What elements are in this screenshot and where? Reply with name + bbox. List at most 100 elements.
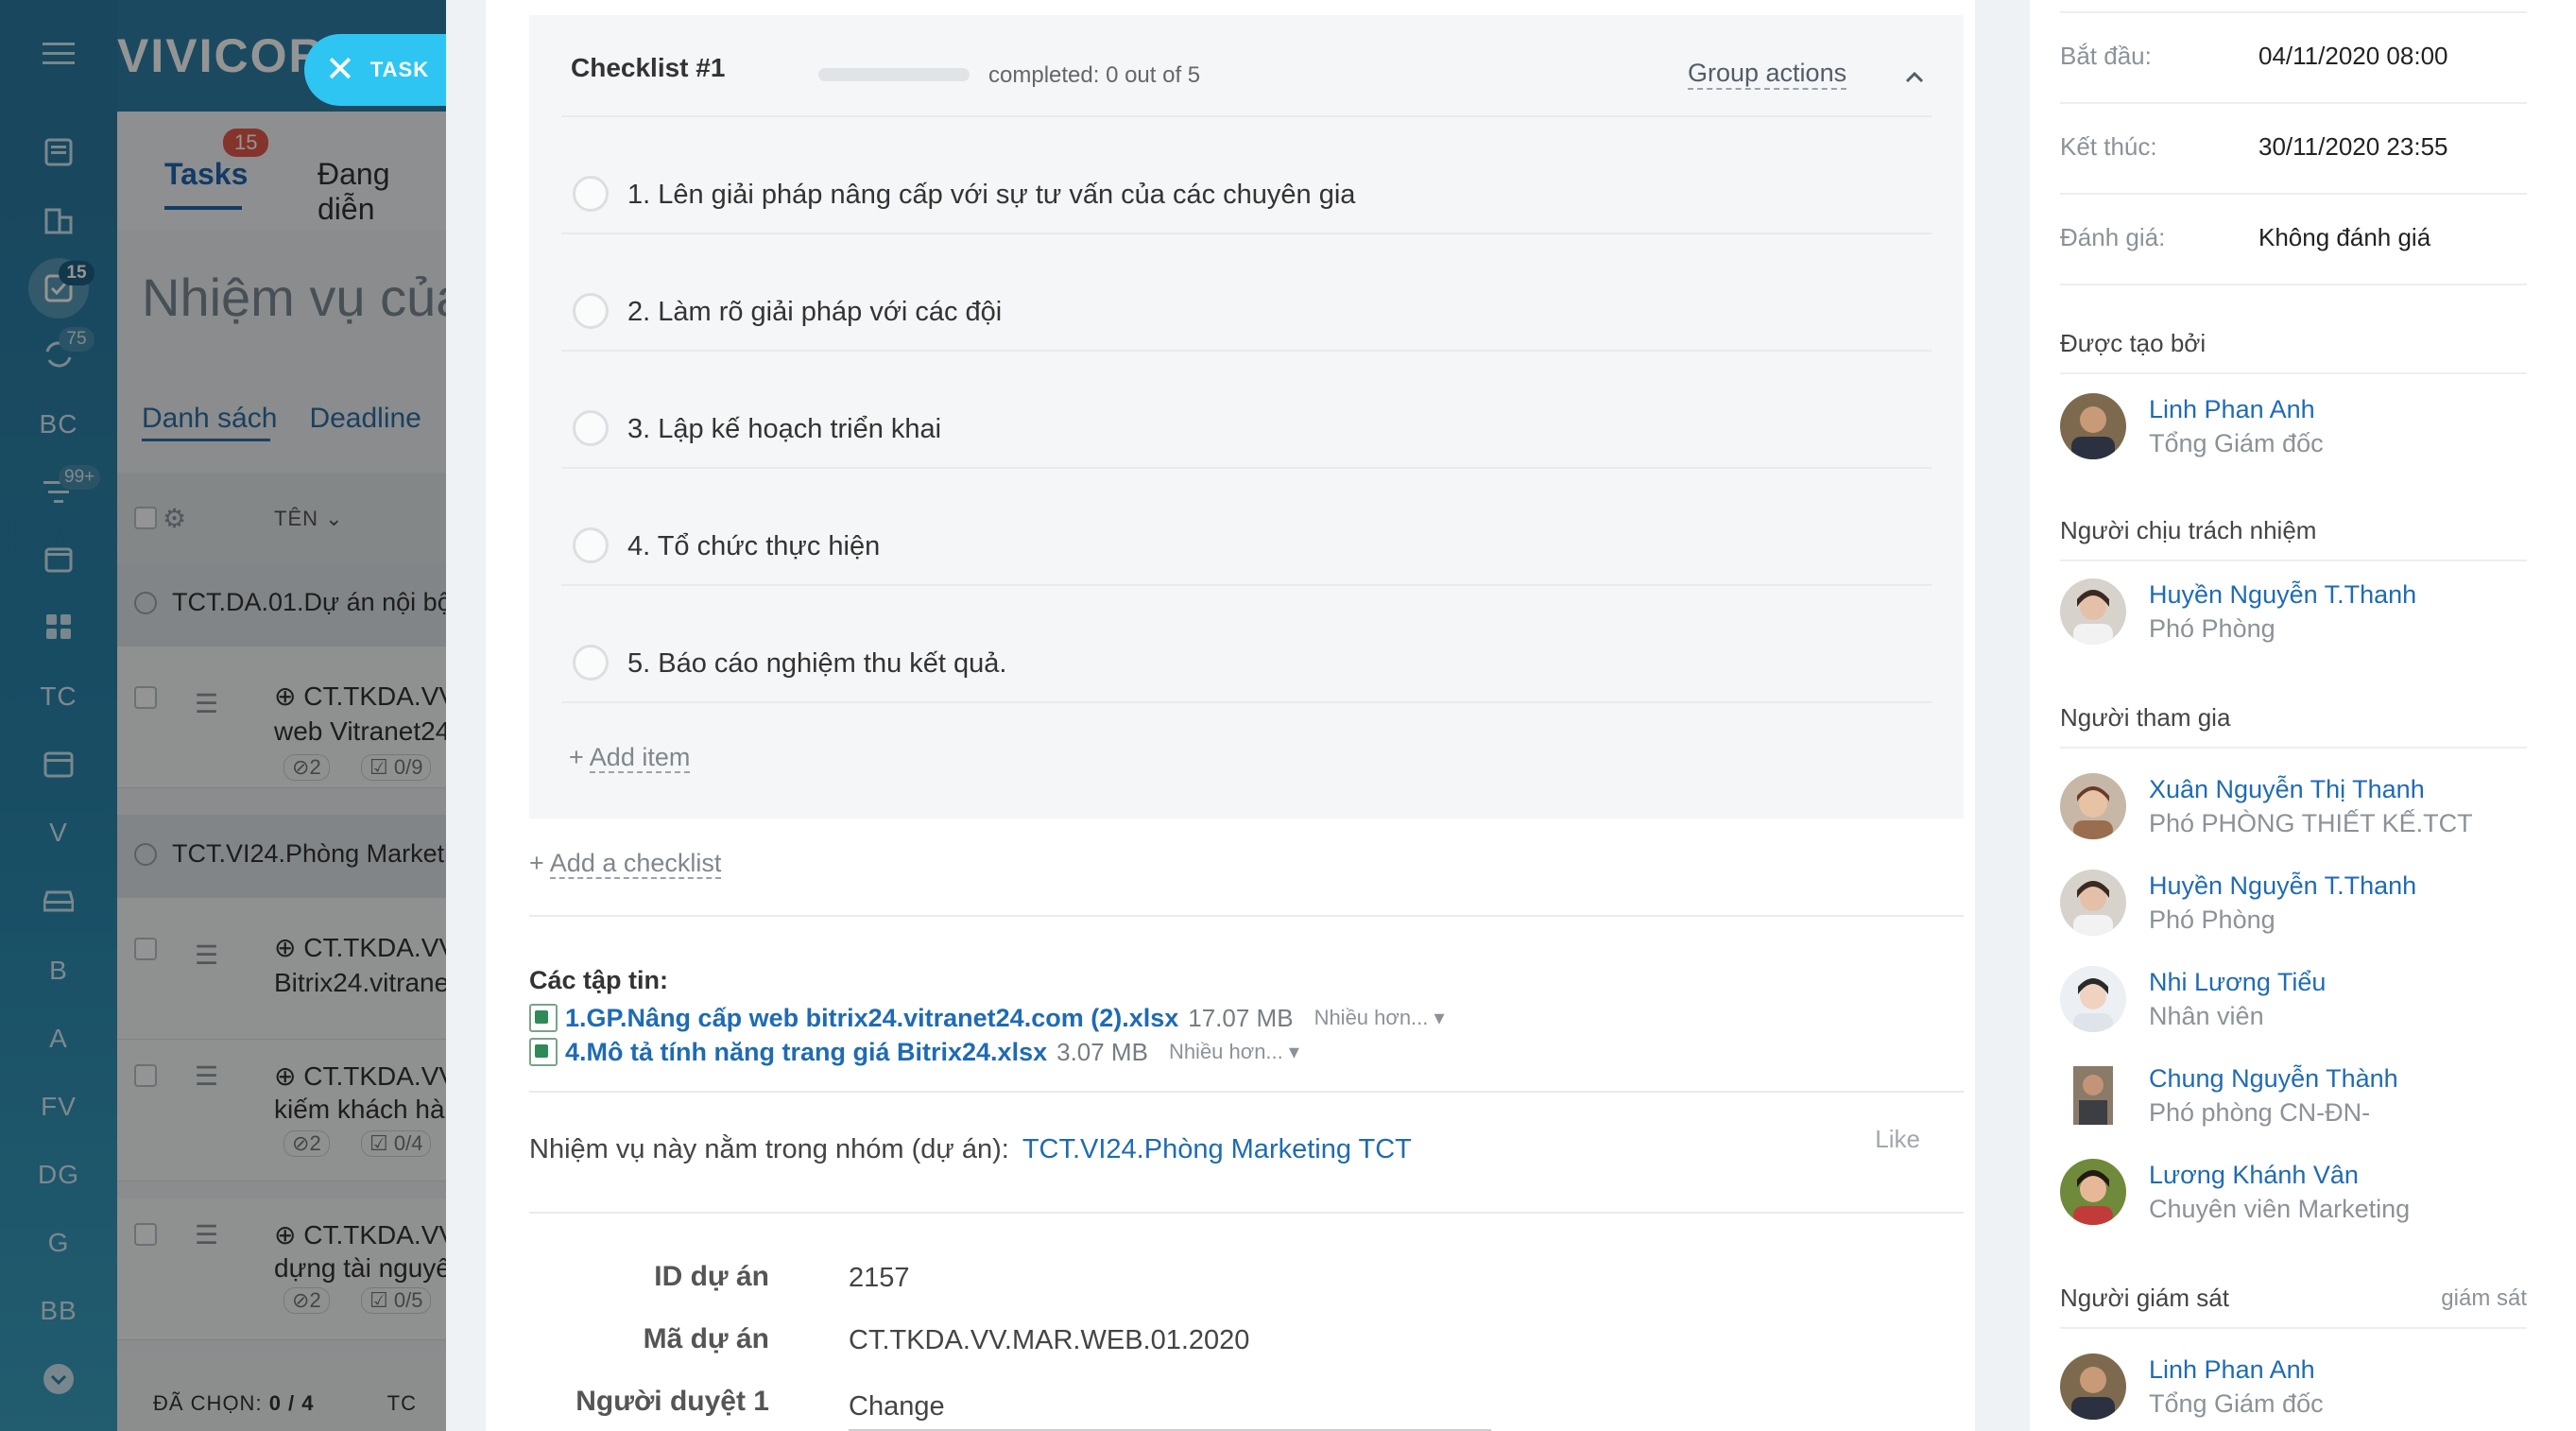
close-task-button[interactable]: ✕ TASK [304,34,446,106]
avatar[interactable] [2060,966,2126,1032]
file-more-menu[interactable]: Nhiều hơn... ▾ [1169,1040,1299,1064]
modal-overlay[interactable] [0,0,446,1431]
file-item: 4.Mô tả tính năng trang giá Bitrix24.xls… [529,1036,1299,1068]
person-role: Phó phòng CN-ĐN- [2149,1098,2371,1127]
avatar[interactable] [2060,578,2126,645]
divider [561,584,1932,586]
file-size: 17.07 MB [1188,1003,1294,1032]
checklist-item[interactable]: 5. Báo cáo nghiệm thu kết quả. [561,603,1932,716]
divider [561,115,1932,117]
person-role: Tổng Giám đốc [2149,1389,2324,1418]
person-name-link[interactable]: Nhi Lương Tiểu [2149,968,2326,997]
person-name-link[interactable]: Lương Khánh Vân [2149,1161,2359,1190]
checklist-item[interactable]: 3. Lập kế hoạch triển khai [561,369,1932,482]
task-info-sidebar: Bắt đầu: 04/11/2020 08:00 Kết thúc: 30/1… [2030,0,2576,1431]
excel-file-icon [529,1038,558,1066]
person-name-link[interactable]: Xuân Nguyễn Thị Thanh [2149,775,2425,804]
avatar[interactable] [2060,393,2126,459]
avatar[interactable] [2060,870,2126,936]
checklist-item-checkbox[interactable] [573,410,609,446]
divider [561,233,1932,234]
checklist-item-checkbox[interactable] [573,293,609,329]
field-label-project-code: Mã dự án [643,1323,769,1354]
divider [2060,747,2527,749]
divider [561,467,1932,469]
divider [561,701,1932,703]
project-group-label: Nhiệm vụ này nằm trong nhóm (dự án): [529,1134,1009,1164]
participants-title: Người tham gia [2060,703,2231,732]
person-name-link[interactable]: Linh Phan Anh [2149,1355,2315,1385]
checklist-progress-bar [818,68,970,81]
add-item-button[interactable]: + Add item [569,743,691,773]
divider [2060,1327,2527,1329]
start-date-value: 04/11/2020 08:00 [2258,42,2448,70]
divider [2060,284,2527,285]
checklist-item-text: 4. Tổ chức thực hiện [627,531,881,561]
file-link[interactable]: 1.GP.Nâng cấp web bitrix24.vitranet24.co… [565,1004,1178,1033]
person-role: Nhân viên [2149,1002,2264,1030]
participant: Chung Nguyễn Thành Phó phòng CN-ĐN- [2060,1062,2527,1138]
checklist-item-checkbox[interactable] [573,527,609,563]
checklist-item-text: 5. Báo cáo nghiệm thu kết quả. [627,648,1007,679]
files-title: Các tập tin: [529,966,669,994]
project-group: Nhiệm vụ này nằm trong nhóm (dự án): TCT.… [529,1134,1412,1165]
add-checklist-button[interactable]: + Add a checklist [529,849,722,879]
file-more-menu[interactable]: Nhiều hơn... ▾ [1314,1006,1445,1030]
observer: Linh Phan Anh Tổng Giám đốc [2060,1353,2527,1429]
person-role: Chuyên viên Marketing [2149,1195,2411,1223]
group-actions-button[interactable]: Group actions [1688,59,1847,90]
close-task-label: TASK [369,58,430,81]
start-date-label: Bắt đầu: [2060,42,2152,70]
field-value-project-id: 2157 [849,1263,910,1293]
end-date-label: Kết thúc: [2060,132,2157,161]
person-role: Phó PHÒNG THIẾT KẾ.TCT [2149,809,2473,837]
add-item-label: Add item [589,743,691,773]
participant: Xuân Nguyễn Thị Thanh Phó PHÒNG THIẾT KẾ… [2060,773,2527,849]
project-group-link[interactable]: TCT.VI24.Phòng Marketing TCT [1022,1134,1412,1164]
like-button[interactable]: Like [1875,1125,1920,1154]
responsible-title: Người chịu trách nhiệm [2060,516,2317,544]
checklist-item-checkbox[interactable] [573,176,609,212]
person-role: Tổng Giám đốc [2149,429,2324,457]
participant: Lương Khánh Vân Chuyên viên Marketing [2060,1159,2527,1234]
approver-field[interactable]: Change [849,1388,1491,1431]
avatar[interactable] [2060,1353,2126,1420]
person-name-link[interactable]: Huyền Nguyễn T.Thanh [2149,580,2416,610]
divider [529,1091,1964,1093]
person-role: Phó Phòng [2149,905,2275,934]
divider [561,350,1932,352]
created-by-title: Được tạo bởi [2060,329,2207,357]
checklist-item-text: 3. Lập kế hoạch triển khai [627,414,942,444]
field-label-approver: Người duyệt 1 [575,1386,769,1417]
field-label-project-id: ID dự án [654,1261,769,1292]
add-item-prefix: + [569,743,584,771]
checklist-item[interactable]: 4. Tổ chức thực hiện [561,486,1932,599]
observers-link[interactable]: giám sát [2441,1285,2527,1312]
file-more-label: Nhiều hơn... [1168,1040,1283,1063]
file-link[interactable]: 4.Mô tả tính năng trang giá Bitrix24.xls… [565,1038,1047,1067]
person-name-link[interactable]: Huyền Nguyễn T.Thanh [2149,871,2416,901]
add-checklist-prefix: + [529,849,544,877]
participant: Nhi Lương Tiểu Nhân viên [2060,966,2527,1042]
divider [2060,560,2527,561]
checklist-item-checkbox[interactable] [573,645,609,681]
divider [2060,372,2527,374]
checklist-title: Checklist #1 [571,53,726,82]
avatar[interactable] [2060,773,2126,839]
task-card: Checklist #1 completed: 0 out of 5 Group… [486,0,1975,1431]
rating-value[interactable]: Không đánh giá [2258,223,2430,252]
field-value-project-code: CT.TKDA.VV.MAR.WEB.01.2020 [849,1325,1250,1355]
checklist-item[interactable]: 2. Làm rõ giải pháp với các đội [561,251,1932,365]
person-name-link[interactable]: Linh Phan Anh [2149,395,2315,424]
task-panel: Checklist #1 completed: 0 out of 5 Group… [446,0,2576,1431]
checklist-item-text: 2. Làm rõ giải pháp với các đội [627,297,1003,327]
rating-label: Đánh giá: [2060,223,2166,251]
avatar[interactable] [2060,1062,2126,1129]
caret-down-icon: ▾ [1288,1040,1299,1063]
chevron-up-icon[interactable] [1896,59,1933,96]
person-name-link[interactable]: Chung Nguyễn Thành [2149,1064,2398,1094]
file-size: 3.07 MB [1056,1037,1148,1066]
checklist-item[interactable]: 1. Lên giải pháp nâng cấp với sự tư vấn … [561,134,1932,248]
divider [529,1212,1964,1214]
avatar[interactable] [2060,1159,2126,1225]
